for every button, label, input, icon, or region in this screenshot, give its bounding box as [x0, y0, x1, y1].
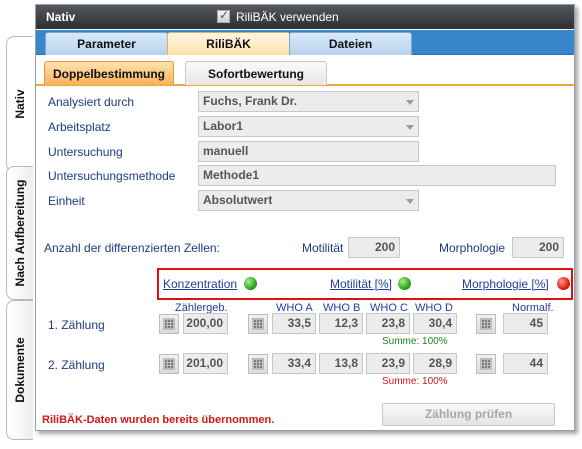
calculator-icon — [252, 358, 264, 370]
untersuchung-value: manuell — [203, 144, 249, 158]
morphologie-count[interactable]: 200 — [512, 237, 564, 258]
side-tab-dokumente-label: Dokumente — [13, 337, 27, 403]
title-bar: Nativ RiliBÄK verwenden — [36, 5, 574, 29]
row1-who-calc-button[interactable] — [248, 314, 268, 334]
row2-who-c[interactable]: 23,9 — [366, 353, 410, 374]
rilibak-checkbox-label[interactable]: RiliBÄK verwenden — [236, 10, 339, 24]
zaehlung-pruefen-button[interactable]: Zählung prüfen — [382, 403, 555, 426]
row2-normalf[interactable]: 44 — [503, 353, 548, 374]
row1-who-c[interactable]: 23,8 — [366, 313, 410, 334]
chevron-down-icon — [406, 199, 414, 204]
arbeitsplatz-label: Arbeitsplatz — [48, 120, 111, 134]
analysiert-select[interactable]: Fuchs, Frank Dr. — [198, 91, 419, 112]
arbeitsplatz-select[interactable]: Labor1 — [198, 116, 419, 137]
arbeitsplatz-value: Labor1 — [203, 119, 244, 133]
main-panel: Nativ RiliBÄK verwenden Parameter RiliBÄ… — [35, 4, 575, 431]
methode-label: Untersuchungsmethode — [48, 169, 176, 183]
side-tab-nach-aufbereitung[interactable]: Nach Aufbereitung — [6, 166, 33, 300]
einheit-value: Absolutwert — [203, 193, 273, 207]
tab-doppelbestimmung[interactable]: Doppelbestimmung — [44, 61, 174, 85]
motilitaet-status-dot — [398, 277, 411, 290]
row2-normalf-calc-button[interactable] — [476, 354, 496, 374]
einheit-select[interactable]: Absolutwert — [198, 190, 419, 211]
side-tab-dokumente[interactable]: Dokumente — [6, 300, 33, 440]
row1-zaehlergeb[interactable]: 200,00 — [183, 313, 228, 334]
morphologie-label: Morphologie — [439, 241, 506, 255]
motilitaet-count[interactable]: 200 — [348, 237, 400, 258]
methode-value: Methode1 — [203, 168, 260, 182]
row1-who-b[interactable]: 12,3 — [319, 313, 363, 334]
motilitaet-label: Motilität — [302, 241, 344, 255]
row1-who-a[interactable]: 33,5 — [272, 313, 316, 334]
calculator-icon — [163, 318, 175, 330]
row1-label: 1. Zählung — [48, 318, 105, 332]
row2-label: 2. Zählung — [48, 358, 105, 372]
calculator-icon — [252, 318, 264, 330]
row2-who-calc-button[interactable] — [248, 354, 268, 374]
tab-parameter[interactable]: Parameter — [45, 32, 168, 55]
row1-who-d[interactable]: 30,4 — [413, 313, 457, 334]
konzentration-link[interactable]: Konzentration — [163, 277, 237, 291]
konzentration-status-dot — [244, 277, 257, 290]
analysiert-label: Analysiert durch — [48, 95, 135, 109]
methode-field[interactable]: Methode1 — [198, 165, 556, 186]
calculator-icon — [480, 358, 492, 370]
calculator-icon — [163, 358, 175, 370]
row1-normalf[interactable]: 45 — [503, 313, 548, 334]
rilibak-checkbox[interactable] — [217, 8, 230, 23]
side-tab-nach-aufbereitung-label: Nach Aufbereitung — [13, 179, 27, 287]
analysiert-value: Fuchs, Frank Dr. — [203, 94, 298, 108]
sub-tab-bar: Doppelbestimmung Sofortbewertung — [36, 56, 574, 86]
untersuchung-field[interactable]: manuell — [198, 141, 419, 162]
row2-counter-calc-button[interactable] — [159, 354, 179, 374]
row2-who-a[interactable]: 33,4 — [272, 353, 316, 374]
row2-zaehlergeb[interactable]: 201,00 — [183, 353, 228, 374]
row2-summe: Summe: 100% — [382, 376, 448, 387]
main-tab-bar: Parameter RiliBÄK Dateien — [36, 30, 574, 55]
row1-summe: Summe: 100% — [382, 336, 448, 347]
window-title: Nativ — [46, 10, 76, 24]
row1-counter-calc-button[interactable] — [159, 314, 179, 334]
cells-label: Anzahl der differenzierten Zellen: — [44, 241, 220, 255]
chevron-down-icon — [406, 100, 414, 105]
side-tab-bar: Nativ Nach Aufbereitung Dokumente — [0, 0, 36, 449]
row1-normalf-calc-button[interactable] — [476, 314, 496, 334]
untersuchung-label: Untersuchung — [48, 145, 123, 159]
status-message: RiliBÄK-Daten wurden bereits übernommen. — [42, 414, 275, 426]
chevron-down-icon — [406, 125, 414, 130]
row2-who-d[interactable]: 28,9 — [413, 353, 457, 374]
morphologie-status-dot — [557, 277, 570, 290]
row2-who-b[interactable]: 13,8 — [319, 353, 363, 374]
tab-dateien[interactable]: Dateien — [289, 32, 412, 55]
motilitaet-link[interactable]: Motilität [%] — [330, 277, 392, 291]
einheit-label: Einheit — [48, 194, 85, 208]
tab-rilibak[interactable]: RiliBÄK — [167, 32, 290, 55]
side-tab-nativ[interactable]: Nativ — [6, 36, 33, 172]
tab-sofortbewertung[interactable]: Sofortbewertung — [185, 61, 327, 85]
calculator-icon — [480, 318, 492, 330]
side-tab-nativ-label: Nativ — [13, 89, 27, 119]
morphologie-link[interactable]: Morphologie [%] — [462, 277, 549, 291]
